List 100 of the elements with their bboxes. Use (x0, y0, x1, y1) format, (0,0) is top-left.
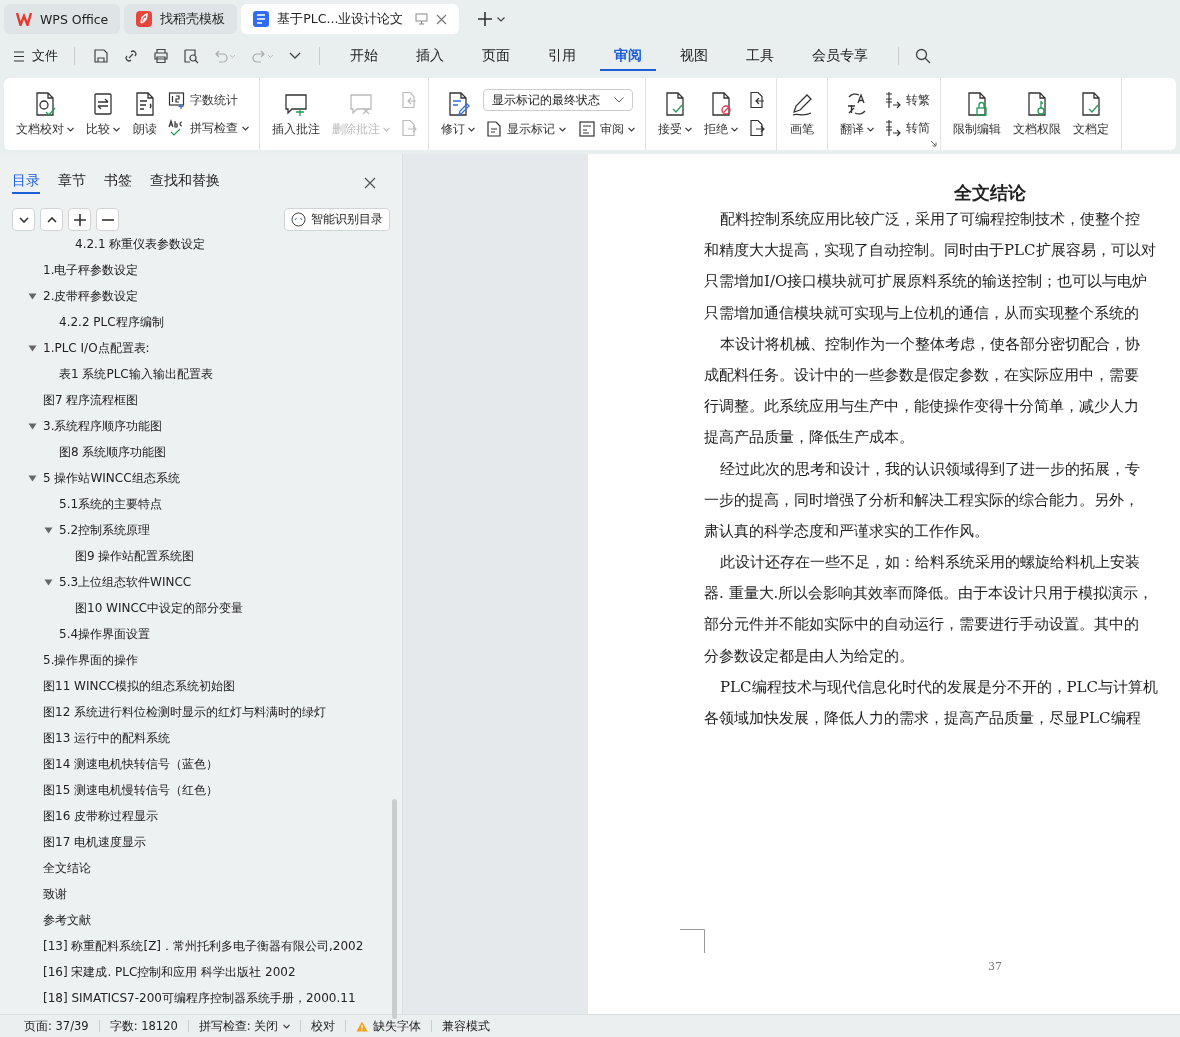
close-icon[interactable] (436, 13, 448, 25)
toc-item[interactable]: 图17 电机速度显示 (43, 833, 147, 851)
toc-item[interactable]: [18] SIMATICS7-200可编程序控制器系统手册，2000.11 (43, 989, 356, 1007)
toc-item[interactable]: 图8 系统顺序功能图 (59, 443, 167, 461)
link-icon[interactable] (123, 48, 139, 64)
ribbon-tab[interactable]: 开始 (336, 41, 392, 71)
toc-item[interactable]: 图9 操作站配置系统图 (75, 547, 195, 565)
document-heading: 全文结论 (953, 182, 1027, 204)
toc-item[interactable]: [16] 宋建成. PLC控制和应用 科学出版社 2002 (43, 963, 296, 981)
expand-triangle-icon[interactable] (28, 422, 37, 430)
toc-item[interactable]: 图7 程序流程框图 (43, 391, 139, 409)
ribbon-button[interactable]: 字数统计 (166, 90, 240, 110)
ribbon-button[interactable]: 翻译 (836, 86, 878, 142)
wps-logo-icon (16, 12, 32, 26)
caret-icon[interactable] (289, 52, 301, 60)
caret-icon[interactable] (497, 16, 506, 22)
proofread-button[interactable]: 校对 (301, 1018, 346, 1034)
app-tab[interactable]: 基于PLC...业设计论文 (241, 4, 460, 34)
toc-item[interactable]: 5.4操作界面设置 (59, 625, 151, 643)
toc-item[interactable]: 图16 皮带称过程显示 (43, 807, 159, 825)
toc-item[interactable]: [13] 称重配料系统[Z]．常州托利多电子衡器有限公司,2002 (43, 937, 364, 955)
text-line: 部分元件并不能如实际中的自动运行，需要进行手动设置。其中的 (704, 614, 1140, 636)
sidebar-tab[interactable]: 查找和替换 (150, 172, 220, 194)
ribbon-button[interactable]: 审阅 (576, 119, 637, 139)
expand-triangle-icon[interactable] (44, 526, 53, 534)
toc-item[interactable]: 3.系统程序顺序功能图 (43, 417, 163, 435)
ribbon-button[interactable]: 限制编辑 (949, 86, 1005, 142)
text-line: 本设计将机械、控制作为一个整体考虑，使各部分密切配合，协 (719, 333, 1141, 355)
toc-item[interactable]: 图14 测速电机快转信号（蓝色） (43, 755, 219, 773)
toc-item[interactable]: 5 操作站WINCC组态系统 (43, 469, 180, 487)
expand-button[interactable] (12, 208, 35, 231)
toc-item[interactable]: 1.PLC I/O点配置表: (43, 339, 150, 357)
ribbon-tab[interactable]: 插入 (402, 41, 458, 71)
ribbon-tab[interactable]: 审阅 (600, 41, 656, 71)
toc-item[interactable]: 表1 系统PLC输入输出配置表 (59, 365, 213, 383)
remove-button[interactable] (96, 208, 119, 231)
toc-item[interactable]: 图13 运行中的配料系统 (43, 729, 171, 747)
ribbon-button[interactable]: 画笔 (785, 86, 819, 142)
toc-item[interactable]: 5.2控制系统原理 (59, 521, 151, 539)
ribbon-tab[interactable]: 引用 (534, 41, 590, 71)
toc-item[interactable]: 5.3上位组态软件WINCC (59, 573, 192, 591)
toc-item[interactable]: 图10 WINCC中设定的部分变量 (75, 599, 244, 617)
ribbon-button[interactable]: 文档权限 (1009, 86, 1065, 142)
ribbon-button[interactable]: 显示标记 (483, 119, 568, 139)
ribbon-button[interactable]: 朗读 (128, 86, 162, 142)
missing-font-button[interactable]: 缺失字体 (346, 1018, 432, 1034)
ribbon-tab[interactable]: 工具 (732, 41, 788, 71)
ribbon-tab[interactable]: 会员专享 (798, 41, 882, 71)
toc-item[interactable]: 4.2.2 PLC程序编制 (59, 313, 164, 331)
ribbon-button[interactable]: 转简 (882, 118, 932, 138)
toc-item[interactable]: 图15 测速电机慢转信号（红色） (43, 781, 219, 799)
markup-select[interactable]: 显示标记的最终状态 (483, 89, 633, 111)
dialog-launcher-icon[interactable] (930, 140, 937, 147)
toc-item[interactable]: 1.电子秤参数设定 (43, 261, 139, 279)
search-icon[interactable] (915, 48, 931, 64)
toc-item[interactable]: 5.1系统的主要特点 (59, 495, 163, 513)
ribbon-button[interactable]: 接受 (654, 86, 696, 142)
ribbon-button[interactable]: 修订 (437, 86, 479, 142)
ribbon-button[interactable]: 拼写检查 (166, 118, 251, 138)
ribbon-button[interactable]: 文档校对 (12, 86, 78, 142)
sidebar-tab[interactable]: 目录 (12, 172, 40, 194)
toc-item[interactable]: 全文结论 (43, 859, 91, 877)
document-icon (485, 120, 503, 138)
ribbon-button[interactable]: 转繁 (882, 90, 932, 110)
text-line: 只需增加通信模块就可实现与上位机的通信，从而实现整个系统的 (704, 302, 1140, 324)
toc-item[interactable]: 图12 系统进行料位检测时显示的红灯与料满时的绿灯 (43, 703, 327, 721)
caret-icon (628, 126, 635, 132)
toc-item[interactable]: 4.2.1 称重仪表参数设定 (75, 235, 206, 253)
file-menu-button[interactable]: 文件 (14, 47, 58, 65)
toc-item[interactable]: 参考文献 (43, 911, 91, 929)
save-icon[interactable] (93, 48, 109, 64)
sidebar-tab[interactable]: 书签 (104, 172, 132, 194)
sidebar-tab[interactable]: 章节 (58, 172, 86, 194)
toc-item[interactable]: 图11 WINCC模拟的组态系统初始图 (43, 677, 236, 695)
print-preview-icon[interactable] (183, 48, 199, 64)
app-tab[interactable]: WPS Office (4, 4, 121, 34)
writer-logo-icon (253, 11, 270, 27)
caret-icon (867, 126, 874, 132)
ribbon-button[interactable]: 拒绝 (700, 86, 742, 142)
print-icon[interactable] (153, 48, 169, 64)
collapse-button[interactable] (40, 208, 63, 231)
expand-triangle-icon[interactable] (28, 292, 37, 300)
ribbon-button[interactable]: 文档定 (1069, 86, 1113, 142)
smart-toc-button[interactable]: 智能识别目录 (284, 208, 390, 231)
toc-item[interactable]: 致谢 (43, 885, 67, 903)
close-icon[interactable] (364, 177, 376, 189)
ribbon-button[interactable]: 比较 (82, 86, 124, 142)
app-tab[interactable]: 找稻壳模板 (124, 4, 238, 34)
toc-item[interactable]: 5.操作界面的操作 (43, 651, 139, 669)
add-button[interactable] (68, 208, 91, 231)
spell-check-dropdown[interactable]: 拼写检查: 关闭 (188, 1018, 301, 1034)
ribbon-tab[interactable]: 页面 (468, 41, 524, 71)
expand-triangle-icon[interactable] (44, 578, 53, 586)
ribbon-button[interactable]: 插入批注 (268, 86, 324, 142)
scrollbar-thumb[interactable] (392, 799, 397, 1019)
expand-triangle-icon[interactable] (28, 474, 37, 482)
expand-triangle-icon[interactable] (28, 344, 37, 352)
plus-icon[interactable] (477, 11, 494, 27)
ribbon-tab[interactable]: 视图 (666, 41, 722, 71)
toc-item[interactable]: 2.皮带秤参数设定 (43, 287, 139, 305)
